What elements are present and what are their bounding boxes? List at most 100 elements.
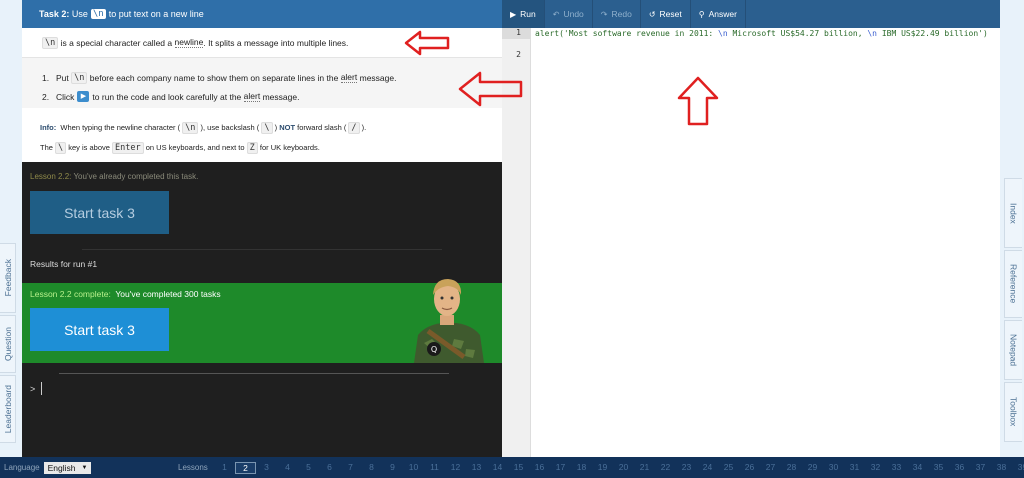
text-cursor — [41, 382, 43, 395]
lesson-number[interactable]: 4 — [277, 462, 298, 474]
tab-feedback[interactable]: Feedback — [0, 243, 16, 313]
lesson-number[interactable]: 23 — [676, 462, 697, 474]
tab-toolbox[interactable]: Toolbox — [1004, 382, 1022, 442]
lesson-number[interactable]: 10 — [403, 462, 424, 474]
newline-term[interactable]: newline — [174, 37, 204, 48]
reset-button[interactable]: ↺ Reset — [641, 0, 691, 28]
annotation-arrow-up-icon — [677, 76, 719, 126]
lesson-number[interactable]: 28 — [781, 462, 802, 474]
lesson-number[interactable]: 21 — [634, 462, 655, 474]
lesson-number[interactable]: 24 — [697, 462, 718, 474]
task-header: Task 2: Use \n to put text on a new line — [22, 0, 502, 28]
lesson-number[interactable]: 26 — [739, 462, 760, 474]
lesson-number[interactable]: 12 — [445, 462, 466, 474]
lesson-number[interactable]: 15 — [508, 462, 529, 474]
start-task-button-primary[interactable]: Start task 3 — [30, 308, 169, 351]
lesson-number[interactable]: 30 — [823, 462, 844, 474]
tab-toolbox-label: Toolbox — [1008, 397, 1019, 427]
tab-notepad[interactable]: Notepad — [1004, 320, 1022, 380]
redo-button[interactable]: ↷ Redo — [593, 0, 641, 28]
info-text: The — [40, 143, 53, 152]
tab-question[interactable]: Question — [0, 315, 16, 373]
lesson-number[interactable]: 25 — [718, 462, 739, 474]
info-code: \ — [261, 122, 273, 134]
code-string: IBM US$22.49 billion') — [877, 29, 988, 38]
code-editor[interactable]: 1 2 alert('Most software revenue in 2011… — [502, 28, 1000, 457]
lesson-number[interactable]: 7 — [340, 462, 361, 474]
tab-index[interactable]: Index — [1004, 178, 1022, 248]
lesson-number[interactable]: 32 — [865, 462, 886, 474]
lesson-number[interactable]: 37 — [970, 462, 991, 474]
info-text: ) — [274, 123, 278, 132]
lesson-number[interactable]: 35 — [928, 462, 949, 474]
info-text: When typing the newline character ( — [60, 123, 181, 132]
lesson-number[interactable]: 17 — [550, 462, 571, 474]
code-string: alert('Most software revenue in 2011: — [535, 29, 719, 38]
lesson-number[interactable]: 9 — [382, 462, 403, 474]
lesson-label: Lesson 2.2: — [30, 172, 72, 181]
task-title-code: \n — [90, 9, 106, 19]
lesson-number[interactable]: 29 — [802, 462, 823, 474]
step-text: to run the code and look carefully at th… — [92, 91, 242, 102]
lesson-number[interactable]: 19 — [592, 462, 613, 474]
step-2: 2. Click ▶ to run the code and look care… — [42, 87, 502, 106]
lesson-number[interactable]: 38 — [991, 462, 1012, 474]
lesson-number[interactable]: 27 — [760, 462, 781, 474]
step-text: before each company name to show them on… — [89, 72, 339, 83]
undo-label: Undo — [563, 9, 584, 19]
step-code: \n — [71, 71, 88, 84]
alert-term[interactable]: alert — [243, 91, 261, 102]
tab-reference[interactable]: Reference — [1004, 250, 1022, 318]
lesson-number[interactable]: 3 — [256, 462, 277, 474]
lesson-number[interactable]: 34 — [907, 462, 928, 474]
start-task-button[interactable]: Start task 3 — [30, 191, 169, 234]
alert-term[interactable]: alert — [340, 72, 358, 83]
lesson-number[interactable]: 6 — [319, 462, 340, 474]
info-line-1: Info: When typing the newline character … — [40, 118, 502, 138]
info-text: key is above — [68, 143, 110, 152]
console-input[interactable]: > — [30, 382, 43, 395]
code-content[interactable]: alert('Most software revenue in 2011: \n… — [535, 28, 995, 39]
undo-button[interactable]: ↶ Undo — [545, 0, 593, 28]
tab-notepad-label: Notepad — [1008, 333, 1019, 367]
lesson-number[interactable]: 22 — [655, 462, 676, 474]
lesson-number[interactable]: 13 — [466, 462, 487, 474]
lesson-number[interactable]: 5 — [298, 462, 319, 474]
tab-leaderboard[interactable]: Leaderboard — [0, 375, 16, 443]
lesson-complete-banner: Lesson 2.2 complete: You've completed 30… — [22, 279, 502, 363]
lesson-number[interactable]: 18 — [571, 462, 592, 474]
answer-label: Answer — [708, 9, 737, 19]
lesson-number[interactable]: 33 — [886, 462, 907, 474]
lesson-number[interactable]: 8 — [361, 462, 382, 474]
lesson-number[interactable]: 16 — [529, 462, 550, 474]
annotation-arrow-left-icon — [404, 30, 450, 56]
code-string: Microsoft US$54.27 billion, — [727, 29, 868, 38]
redo-label: Redo — [611, 9, 632, 19]
answer-button[interactable]: ⚲ Answer — [691, 0, 746, 28]
lesson-number[interactable]: 2 — [235, 461, 256, 474]
task-title-part: Use — [71, 9, 88, 19]
results-panel: Lesson 2.2: You've already completed thi… — [22, 162, 502, 457]
step-text: Click — [56, 91, 75, 102]
info-code: Z — [246, 142, 258, 154]
info-line-2: The \ key is above Enter on US keyboards… — [40, 138, 502, 158]
lesson-number[interactable]: 36 — [949, 462, 970, 474]
step-number: 2. — [42, 91, 50, 102]
divider — [82, 249, 442, 250]
language-select[interactable]: English ▼ — [43, 461, 92, 474]
reset-icon: ↺ — [648, 9, 656, 19]
run-button[interactable]: ▶ Run — [502, 0, 545, 28]
lesson-number[interactable]: 14 — [487, 462, 508, 474]
lesson-number[interactable]: 1 — [214, 462, 235, 474]
lesson-number[interactable]: 31 — [844, 462, 865, 474]
newline-code: \n — [42, 36, 59, 49]
run-label: Run — [520, 9, 536, 19]
run-inline-icon[interactable]: ▶ — [77, 91, 90, 102]
lesson-number[interactable]: 11 — [424, 462, 445, 474]
lesson-number[interactable]: 39 — [1012, 462, 1024, 474]
language-value: English — [47, 462, 76, 473]
info-emphasis: NOT — [279, 123, 296, 132]
lesson-number[interactable]: 20 — [613, 462, 634, 474]
annotation-arrow-left-icon — [458, 71, 523, 107]
tasks-completed-text: You've completed 300 tasks — [115, 289, 221, 299]
